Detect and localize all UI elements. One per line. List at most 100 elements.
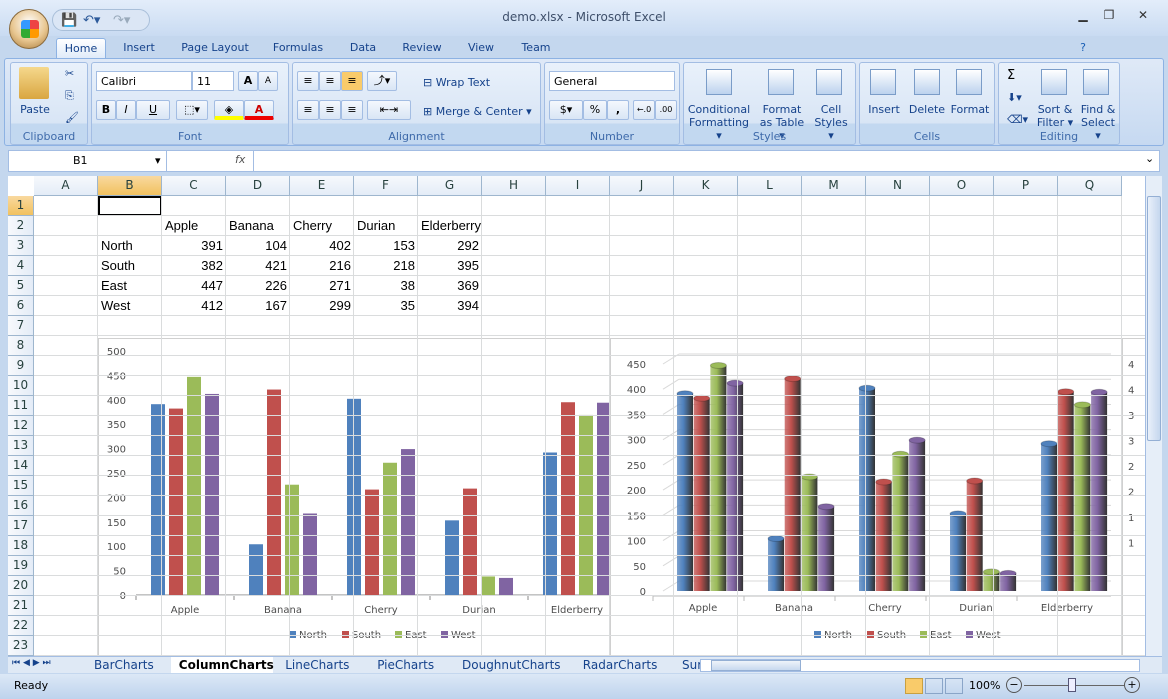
zoom-slider-handle[interactable] [1068, 678, 1076, 692]
column-header-h[interactable]: H [482, 176, 546, 196]
autosum-button[interactable]: Σ [1007, 69, 1015, 82]
row-header-20[interactable]: 20 [8, 576, 34, 596]
row-header-10[interactable]: 10 [8, 376, 34, 396]
tab-view[interactable]: View [460, 38, 502, 58]
row-header-2[interactable]: 2 [8, 216, 34, 236]
vertical-scroll-thumb[interactable] [1147, 196, 1161, 441]
vertical-scrollbar[interactable] [1145, 176, 1162, 656]
underline-button[interactable]: U [136, 100, 170, 120]
insert-function-button[interactable]: fx [235, 153, 245, 166]
row-header-6[interactable]: 6 [8, 296, 34, 316]
tab-review[interactable]: Review [396, 38, 448, 58]
row-header-1[interactable]: 1 [8, 196, 34, 216]
value-cell[interactable]: 412 [162, 296, 226, 316]
header-cell[interactable]: Elderberry [418, 216, 482, 236]
page-layout-view-button[interactable] [925, 678, 943, 694]
sheet-nav-icons[interactable]: ⏮ ◀ ▶ ⏭ [12, 658, 51, 668]
horizontal-scrollbar[interactable] [700, 659, 1140, 672]
column-chart[interactable]: 050100150200250300350400450500AppleBanan… [98, 338, 610, 656]
decrease-decimal-button[interactable]: .00 [655, 100, 677, 120]
column-header-q[interactable]: Q [1058, 176, 1122, 196]
align-left-button[interactable]: ≡ [297, 100, 319, 120]
value-cell[interactable]: 382 [162, 256, 226, 276]
tab-data[interactable]: Data [342, 38, 384, 58]
sheet-tab-linecharts[interactable]: LineCharts [277, 657, 365, 673]
row-header-19[interactable]: 19 [8, 556, 34, 576]
row-label-cell[interactable]: East [98, 276, 162, 296]
header-cell[interactable]: Banana [226, 216, 290, 236]
value-cell[interactable]: 395 [418, 256, 482, 276]
zoom-out-button[interactable]: − [1006, 677, 1022, 693]
row-label-cell[interactable]: North [98, 236, 162, 256]
normal-view-button[interactable] [905, 678, 923, 694]
bold-button[interactable]: B [96, 100, 116, 120]
font-name-select[interactable]: Calibri [96, 71, 192, 91]
worksheet-grid[interactable]: 050100150200250300350400450500AppleBanan… [8, 176, 1145, 656]
row-header-18[interactable]: 18 [8, 536, 34, 556]
value-cell[interactable]: 271 [290, 276, 354, 296]
column-header-g[interactable]: G [418, 176, 482, 196]
name-box[interactable]: B1 [9, 151, 167, 171]
zoom-in-button[interactable]: + [1124, 677, 1140, 693]
sort-filter-button[interactable]: Sort & Filter ▾ [1035, 103, 1075, 129]
clear-button[interactable]: ⌫▾ [1007, 113, 1028, 126]
row-label-cell[interactable]: West [98, 296, 162, 316]
value-cell[interactable]: 402 [290, 236, 354, 256]
merge-center-button[interactable]: ⊞ Merge & Center ▾ [423, 105, 532, 118]
row-header-13[interactable]: 13 [8, 436, 34, 456]
format-painter-icon[interactable]: 🖌 [65, 111, 79, 124]
column-header-m[interactable]: M [802, 176, 866, 196]
redo-icon[interactable]: ↷▾ [113, 13, 130, 28]
cut-icon[interactable]: ✂ [65, 67, 74, 80]
row-header-9[interactable]: 9 [8, 356, 34, 376]
column-header-o[interactable]: O [930, 176, 994, 196]
value-cell[interactable]: 153 [354, 236, 418, 256]
value-cell[interactable]: 292 [418, 236, 482, 256]
row-header-17[interactable]: 17 [8, 516, 34, 536]
column-header-d[interactable]: D [226, 176, 290, 196]
tab-page-layout[interactable]: Page Layout [176, 38, 254, 58]
minimize-button[interactable]: ▁ [1070, 8, 1096, 26]
fill-color-button[interactable]: ◈ [214, 100, 244, 120]
row-header-23[interactable]: 23 [8, 636, 34, 656]
column-header-k[interactable]: K [674, 176, 738, 196]
formula-input[interactable] [253, 151, 1143, 171]
fill-button[interactable]: ⬇▾ [1007, 91, 1022, 104]
row-header-5[interactable]: 5 [8, 276, 34, 296]
font-size-select[interactable]: 11 [192, 71, 234, 91]
paste-button[interactable]: Paste [17, 103, 53, 116]
header-cell[interactable]: Cherry [290, 216, 354, 236]
font-color-button[interactable]: A [244, 100, 274, 120]
value-cell[interactable]: 38 [354, 276, 418, 296]
value-cell[interactable]: 447 [162, 276, 226, 296]
row-header-16[interactable]: 16 [8, 496, 34, 516]
sheet-tab-radarcharts[interactable]: RadarCharts [575, 657, 670, 673]
increase-decimal-button[interactable]: ←.0 [633, 100, 655, 120]
insert-button[interactable]: Insert [864, 103, 904, 116]
paste-icon[interactable] [19, 67, 49, 99]
sheet-tab-barcharts[interactable]: BarCharts [86, 657, 167, 673]
column-header-l[interactable]: L [738, 176, 802, 196]
horizontal-scroll-thumb[interactable] [711, 660, 801, 671]
row-header-21[interactable]: 21 [8, 596, 34, 616]
help-icon[interactable]: ? [1074, 38, 1092, 58]
value-cell[interactable]: 299 [290, 296, 354, 316]
sheet-tab-piecharts[interactable]: PieCharts [369, 657, 450, 673]
column-header-i[interactable]: I [546, 176, 610, 196]
value-cell[interactable]: 167 [226, 296, 290, 316]
column-header-e[interactable]: E [290, 176, 354, 196]
borders-button[interactable]: ⬚▾ [176, 100, 208, 120]
expand-formula-bar-icon[interactable]: ⌄ [1145, 152, 1154, 165]
save-icon[interactable]: 💾 [61, 13, 77, 28]
value-cell[interactable]: 421 [226, 256, 290, 276]
tab-formulas[interactable]: Formulas [266, 38, 330, 58]
sheet-tab-columncharts[interactable]: ColumnCharts [170, 657, 274, 673]
value-cell[interactable]: 35 [354, 296, 418, 316]
orientation-button[interactable]: ⤴▾ [367, 71, 397, 91]
row-header-11[interactable]: 11 [8, 396, 34, 416]
sheet-tab-doughnutcharts[interactable]: DoughnutCharts [454, 657, 571, 673]
partial-chart[interactable]: 44332211 [1122, 338, 1145, 656]
office-button[interactable] [9, 9, 49, 49]
page-break-view-button[interactable] [945, 678, 963, 694]
name-box-dropdown-icon[interactable]: ▾ [155, 154, 161, 167]
